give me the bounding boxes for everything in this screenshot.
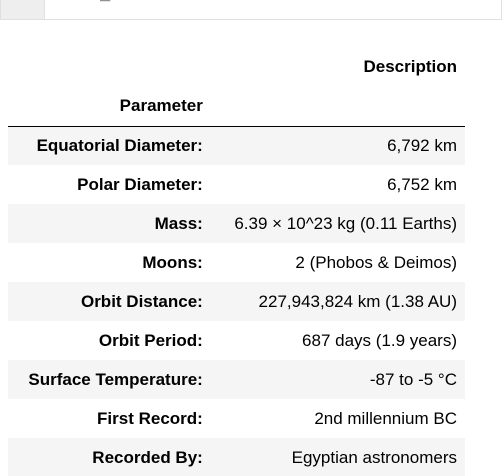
- row-label: Moons:: [142, 252, 203, 272]
- cell-prompt-number: 4: [0, 0, 44, 20]
- dataframe-table: Description Parameter Equatorial Diamete…: [8, 47, 465, 476]
- row-value: 6.39 × 10^23 kg (0.11 Earths): [234, 213, 457, 233]
- row-value: 6,752 km: [387, 174, 457, 194]
- row-label: Orbit Period:: [98, 330, 203, 350]
- table-row: Orbit Period: 687 days (1.9 years): [8, 321, 465, 360]
- column-header-row: Description: [8, 47, 465, 87]
- row-value: 227,943,824 km (1.38 AU): [258, 291, 457, 311]
- row-label: Surface Temperature:: [28, 369, 203, 389]
- index-name-parameter: Parameter: [119, 96, 203, 116]
- index-name-blank-cell: [211, 87, 465, 126]
- table-row: Recorded By: Egyptian astronomers: [8, 438, 465, 476]
- row-label: Recorded By:: [92, 447, 203, 467]
- table-row: Moons: 2 (Phobos & Deimos): [8, 243, 465, 282]
- row-label: First Record:: [97, 408, 203, 428]
- row-label: Orbit Distance:: [80, 291, 203, 311]
- cell-code-text[interactable]: mars_df: [44, 0, 502, 20]
- row-value: -87 to -5 °C: [369, 369, 457, 389]
- table-row: Surface Temperature: -87 to -5 °C: [8, 360, 465, 399]
- row-value: 2nd millennium BC: [314, 408, 457, 428]
- row-label: Polar Diameter:: [77, 174, 203, 194]
- index-name-row: Parameter: [8, 87, 465, 126]
- table-row: Mass: 6.39 × 10^23 kg (0.11 Earths): [8, 204, 465, 243]
- column-header-description: Description: [363, 57, 457, 76]
- table-row: First Record: 2nd millennium BC: [8, 399, 465, 438]
- table-row: Polar Diameter: 6,752 km: [8, 165, 465, 204]
- table-row: Equatorial Diameter: 6,792 km: [8, 126, 465, 165]
- row-value: 687 days (1.9 years): [302, 330, 457, 350]
- row-value: Egyptian astronomers: [291, 447, 457, 467]
- row-value: 6,792 km: [387, 135, 457, 155]
- row-value: 2 (Phobos & Deimos): [295, 252, 457, 272]
- code-input-cell[interactable]: 4 mars_df: [0, 0, 502, 20]
- header-blank-cell: [8, 47, 211, 87]
- row-label: Equatorial Diameter:: [36, 135, 203, 155]
- row-label: Mass:: [154, 213, 203, 233]
- notebook-output-area: 4 mars_df Description Parameter Equatori…: [0, 0, 502, 476]
- table-row: Orbit Distance: 227,943,824 km (1.38 AU): [8, 282, 465, 321]
